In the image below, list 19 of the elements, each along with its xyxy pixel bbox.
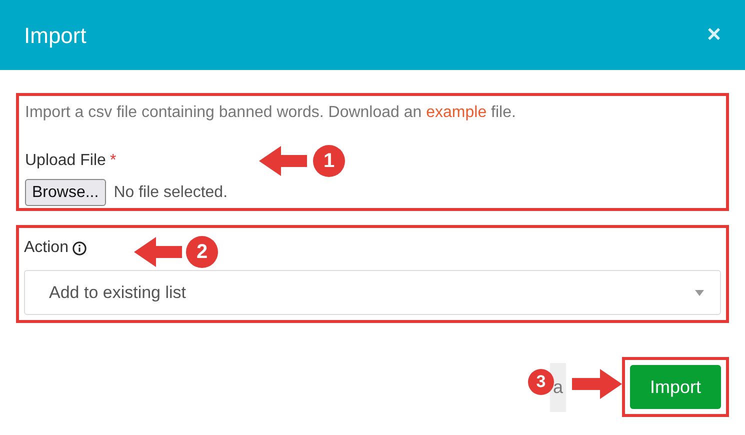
example-link[interactable]: example <box>426 104 487 121</box>
dropdown-caret-icon <box>695 290 704 296</box>
left-arrow-icon <box>134 237 182 267</box>
browse-button[interactable]: Browse... <box>25 179 106 206</box>
left-arrow-icon <box>259 146 307 176</box>
step-number-badge: 2 <box>186 236 218 268</box>
description-text: Import a csv file containing banned words. Download an example file. <box>25 103 517 123</box>
cancel-button[interactable]: a <box>550 362 566 412</box>
info-icon <box>72 240 88 256</box>
import-button[interactable]: Import <box>630 365 721 409</box>
step-number-badge: 3 <box>528 369 554 395</box>
action-select[interactable]: Add to existing list <box>24 270 721 315</box>
step-number-badge: 1 <box>313 145 345 177</box>
field-label: Upload File <box>25 151 106 171</box>
file-status-text: No file selected. <box>114 182 228 202</box>
dialog-title: Import <box>24 22 86 50</box>
field-label: Action <box>24 238 68 258</box>
required-mark: * <box>110 151 116 171</box>
close-button[interactable]: × <box>706 23 721 47</box>
